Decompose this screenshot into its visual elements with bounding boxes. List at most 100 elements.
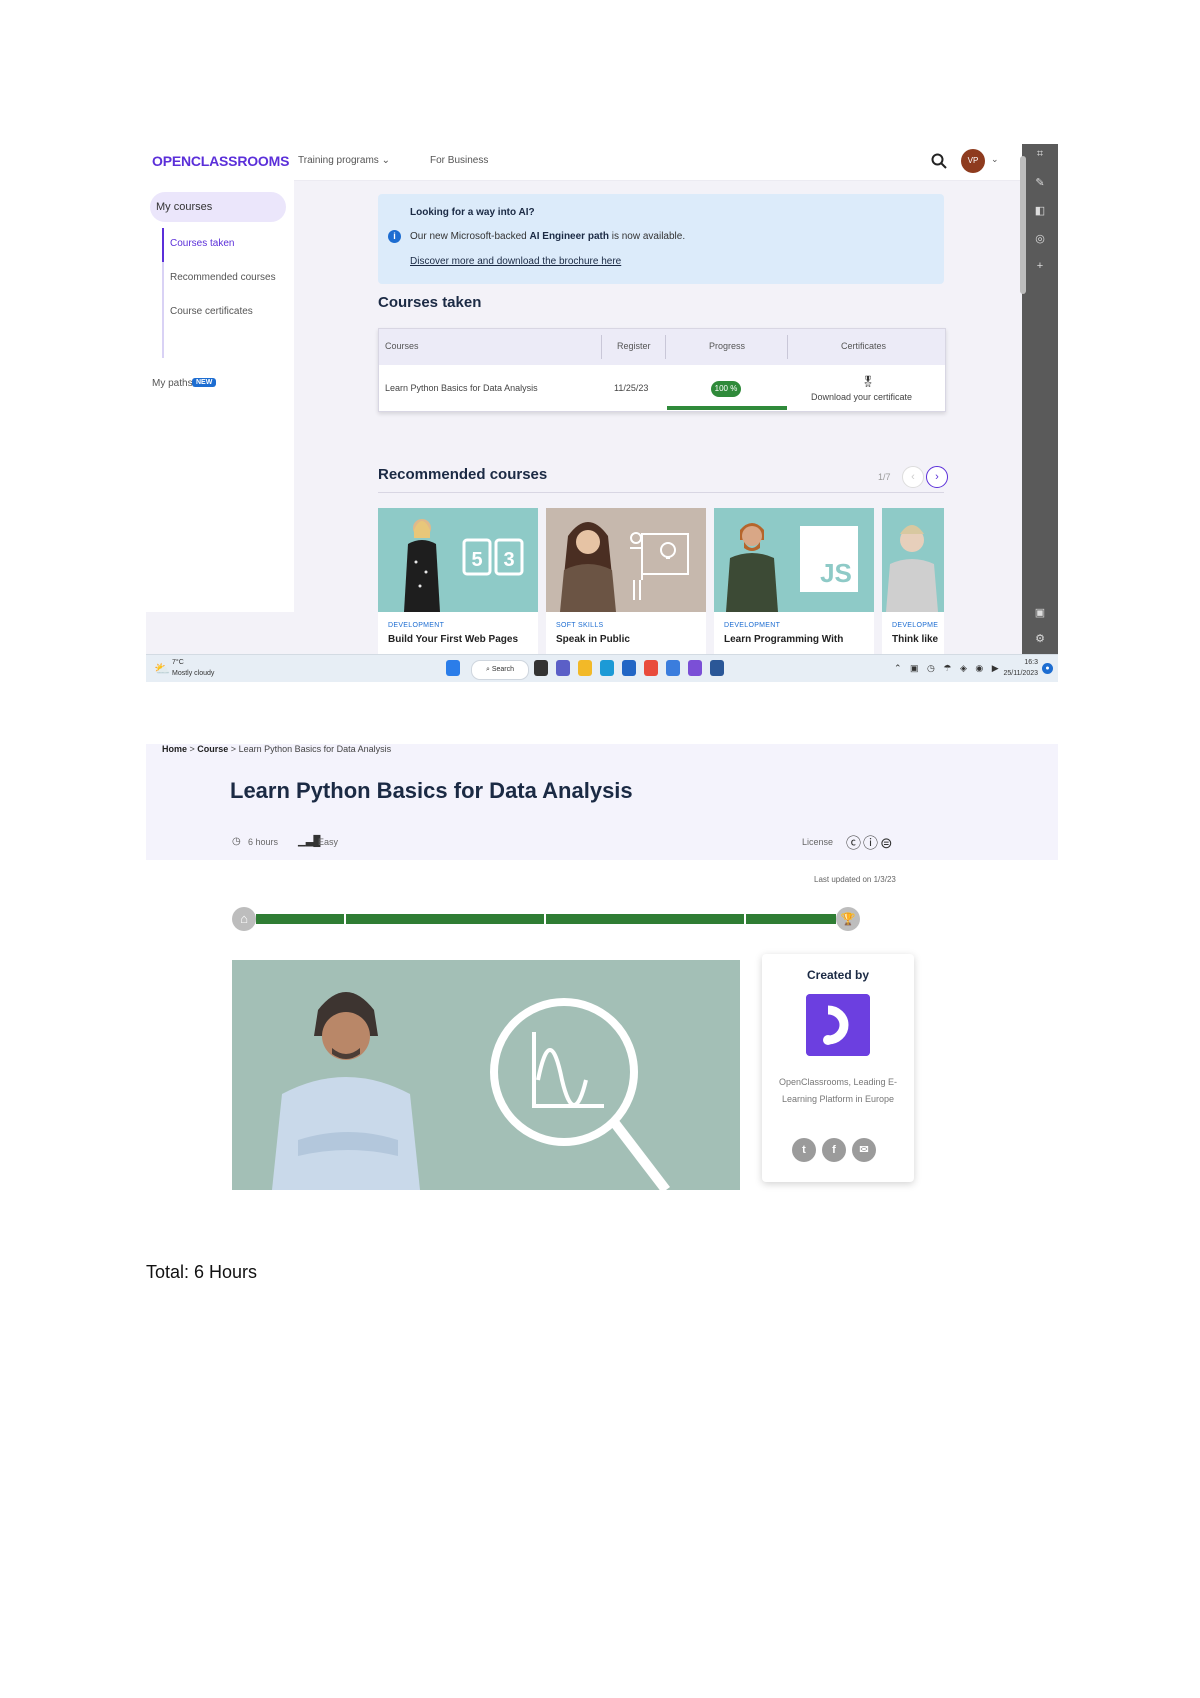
task-view-icon[interactable] — [534, 660, 548, 676]
course-card-category: SOFT SKILLS — [556, 622, 604, 629]
teams-chat-icon[interactable] — [688, 660, 702, 676]
app-icon[interactable] — [666, 660, 680, 676]
layout-icon[interactable]: ▣ — [1032, 606, 1048, 619]
system-tray-icons[interactable]: ⌃ ▣ ◷ ☂ ◈ ◉ ▶ — [894, 663, 1002, 674]
course-card[interactable]: DEVELOPME Think like — [882, 508, 944, 654]
clock-icon: ◷ — [232, 836, 241, 847]
sidebar-item-recommended-courses[interactable]: Recommended courses — [170, 272, 276, 283]
total-hours-text: Total: 6 Hours — [146, 1262, 258, 1282]
progress-badge: 100 % — [711, 381, 741, 397]
add-icon[interactable]: + — [1032, 260, 1048, 272]
carousel-next-button[interactable]: › — [926, 466, 948, 488]
sidebar-item-course-certificates[interactable]: Course certificates — [170, 306, 253, 317]
nav-training-programs[interactable]: Training programs ⌄ — [298, 155, 390, 166]
svg-text:5: 5 — [471, 549, 482, 571]
weather-description: Mostly cloudy — [172, 670, 215, 677]
weather-temperature: 7°C — [172, 659, 184, 666]
recommended-courses-heading: Recommended courses — [378, 466, 548, 483]
taskbar-time: 16:3 — [1024, 659, 1038, 666]
sidebar-active-indicator — [162, 228, 164, 262]
top-navbar: OPENCLASSROOMS Training programs ⌄ For B… — [146, 144, 1022, 181]
sidebar-item-courses-taken[interactable]: Courses taken — [170, 238, 234, 249]
chevron-down-icon[interactable]: ⌄ — [991, 154, 999, 165]
creator-card: Created by OpenClassrooms, Leading E-Lea… — [762, 954, 914, 1182]
course-difficulty: Easy — [318, 837, 339, 847]
course-card[interactable]: 5 3 DEVELOPMENT Build Your First Web Pag… — [378, 508, 538, 654]
creative-commons-icon[interactable]: ⓒⓘ⊜ — [846, 832, 895, 853]
creator-description: OpenClassrooms, Leading E-Learning Platf… — [778, 1077, 898, 1104]
divider — [378, 492, 944, 493]
register-date: 11/25/23 — [614, 383, 649, 393]
twitter-icon[interactable]: t — [792, 1138, 816, 1162]
certificate-icon[interactable]: 🎖 — [861, 375, 875, 388]
banner-text-bold: AI Engineer path — [529, 231, 609, 242]
banner-brochure-link[interactable]: Discover more and download the brochure … — [410, 256, 621, 267]
sidebar-my-courses[interactable]: My courses — [150, 192, 286, 222]
course-card[interactable]: SOFT SKILLS Speak in Public — [546, 508, 706, 654]
breadcrumb-current: Learn Python Basics for Data Analysis — [238, 744, 392, 754]
home-icon[interactable]: ⌂ — [232, 907, 256, 931]
course-card[interactable]: JS DEVELOPMENT Learn Programming With — [714, 508, 874, 654]
trophy-icon[interactable]: 🏆 — [836, 907, 860, 931]
ai-path-banner: Looking for a way into AI? i Our new Mic… — [378, 194, 944, 284]
banner-text-pre: Our new Microsoft-backed — [410, 231, 530, 242]
column-header-register: Register — [617, 341, 651, 351]
windows-taskbar: ⛅ 7°C Mostly cloudy ⌕ Search ⌃ ▣ ◷ ☂ ◈ ◉… — [146, 654, 1058, 682]
settings-icon[interactable]: ⚙ — [1032, 632, 1048, 645]
teams-icon[interactable] — [556, 660, 570, 676]
new-badge: NEW — [192, 378, 217, 387]
pen-icon[interactable]: ✎ — [1032, 176, 1048, 189]
svg-text:JS: JS — [820, 558, 852, 588]
banner-title: Looking for a way into AI? — [410, 207, 535, 218]
windows-start-icon[interactable] — [446, 660, 460, 676]
breadcrumb-course[interactable]: Course — [197, 744, 228, 754]
openclassrooms-logo[interactable]: OPENCLASSROOMS — [152, 153, 289, 169]
assistant-icon[interactable]: ⌗ — [1032, 148, 1048, 161]
download-certificate-link[interactable]: Download your certificate — [811, 392, 912, 402]
carousel-prev-button[interactable]: ‹ — [902, 466, 924, 488]
column-header-courses: Courses — [385, 341, 419, 351]
taskbar-search-label: Search — [491, 666, 515, 673]
openclassrooms-logo-icon[interactable] — [806, 994, 870, 1056]
office-icon[interactable]: ◧ — [1032, 204, 1048, 217]
courses-taken-heading: Courses taken — [378, 294, 482, 311]
course-card-category: DEVELOPMENT — [388, 622, 445, 629]
nav-for-business[interactable]: For Business — [430, 155, 488, 166]
table-header: Courses Register Progress Certificates — [379, 329, 945, 365]
nav-training-label: Training programs — [298, 155, 379, 166]
courses-taken-table: Courses Register Progress Certificates L… — [378, 328, 946, 412]
banner-text: Our new Microsoft-backed AI Engineer pat… — [410, 231, 685, 242]
course-card-title: Speak in Public — [556, 634, 630, 645]
store-icon[interactable] — [622, 660, 636, 676]
course-duration: 6 hours — [248, 837, 279, 847]
carousel-page-indicator: 1/7 — [878, 472, 891, 482]
created-by-heading: Created by — [806, 968, 870, 982]
progress-divider — [544, 914, 546, 924]
taskbar-search[interactable]: ⌕ Search — [471, 660, 529, 680]
dashboard-screenshot: OPENCLASSROOMS Training programs ⌄ For B… — [146, 144, 1058, 682]
course-card-title: Think like — [892, 634, 939, 645]
email-icon[interactable]: ✉ — [852, 1138, 876, 1162]
course-card-category: DEVELOPME — [892, 622, 939, 629]
user-avatar[interactable]: VP — [961, 149, 985, 173]
facebook-icon[interactable]: f — [822, 1138, 846, 1162]
word-icon[interactable] — [710, 660, 724, 676]
scrollbar[interactable] — [1020, 156, 1026, 294]
course-card-image — [546, 508, 706, 612]
browser-side-panel: ⌗ ✎ ◧ ◎ + ▣ ⚙ — [1022, 144, 1058, 654]
last-updated: Last updated on 1/3/23 — [814, 875, 896, 884]
course-name-link[interactable]: Learn Python Basics for Data Analysis — [385, 383, 538, 393]
taskbar-date: 25/11/2023 — [1003, 670, 1038, 677]
edge-icon[interactable] — [600, 660, 614, 676]
chrome-icon[interactable] — [644, 660, 658, 676]
notification-icon[interactable]: ● — [1042, 663, 1053, 674]
breadcrumb-home[interactable]: Home — [162, 744, 187, 754]
sidebar-my-paths[interactable]: My paths — [152, 378, 193, 389]
column-separator — [787, 335, 788, 359]
outlook-icon[interactable]: ◎ — [1032, 232, 1048, 245]
weather-cloud-icon[interactable]: ⛅ — [154, 661, 170, 677]
search-icon[interactable] — [930, 152, 948, 170]
course-card-title: Build Your First Web Pages — [388, 634, 519, 645]
info-icon: i — [388, 230, 401, 243]
file-explorer-icon[interactable] — [578, 660, 592, 676]
